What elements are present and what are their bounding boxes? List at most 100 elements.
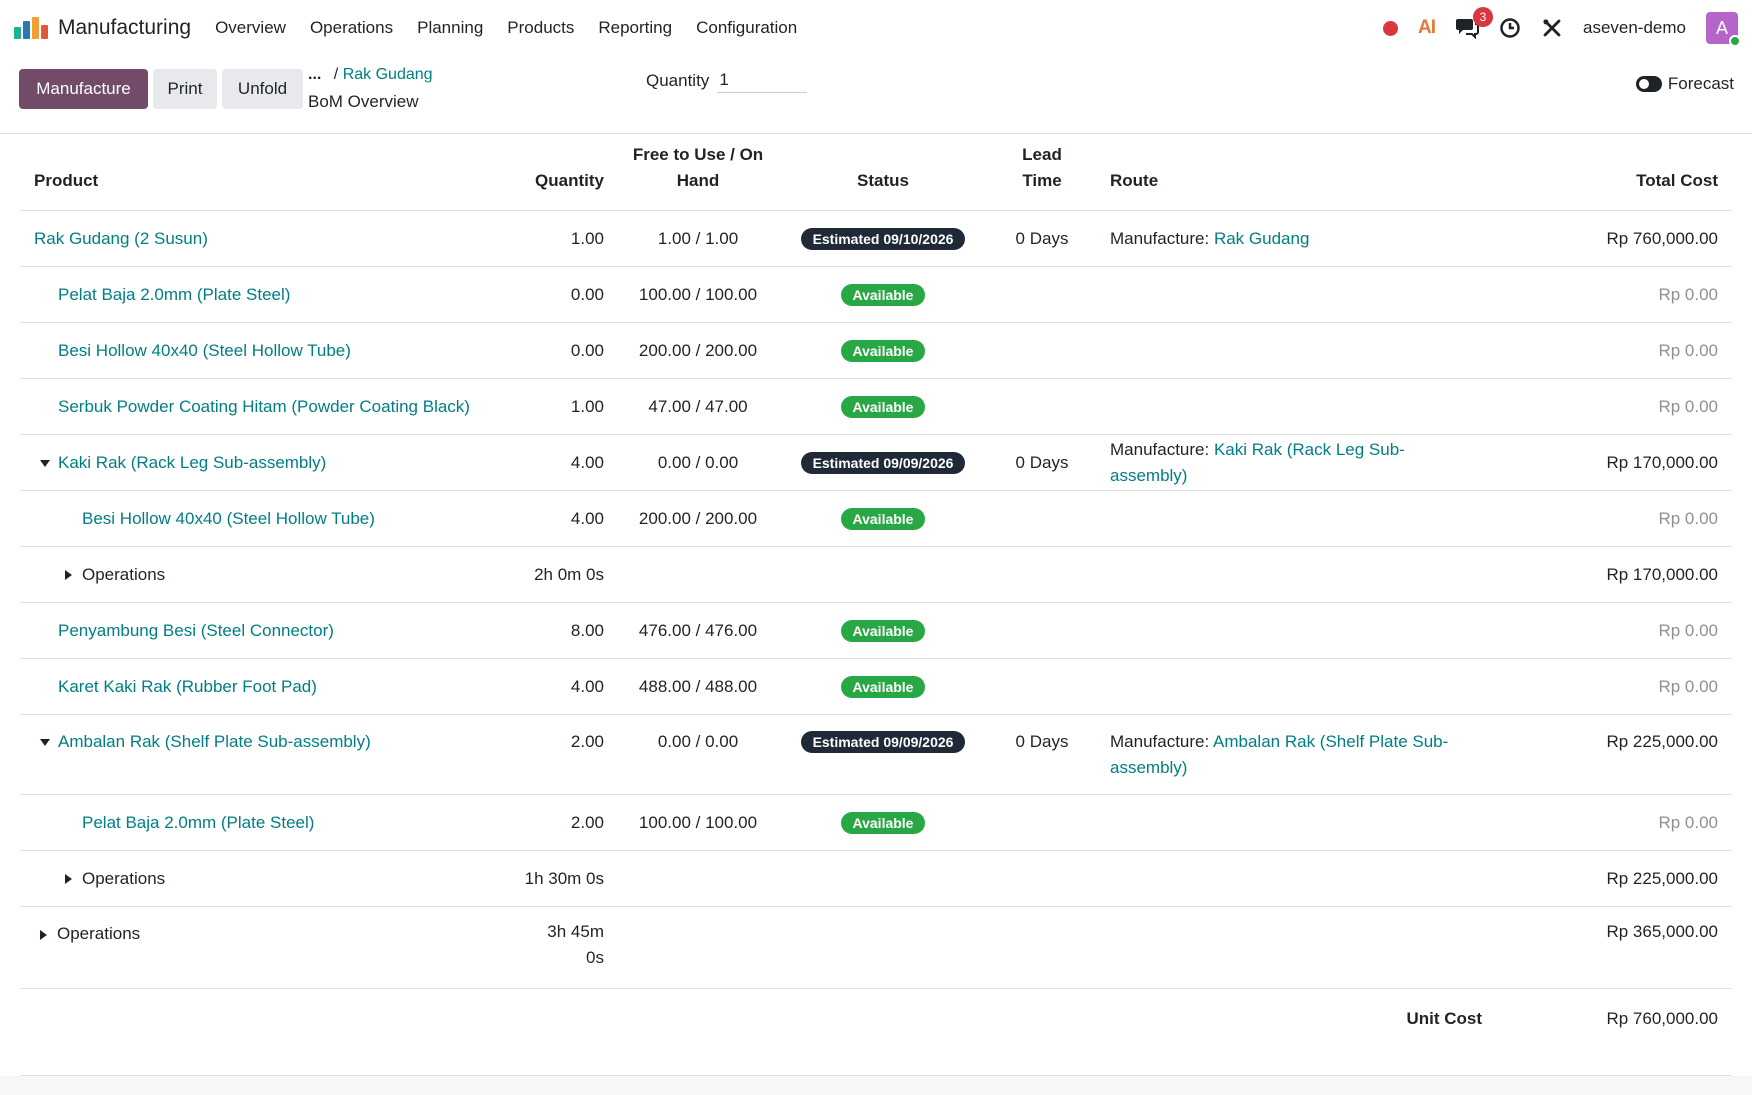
cost-cell: Rp 0.00	[1496, 490, 1732, 547]
tools-icon[interactable]	[1541, 17, 1563, 39]
operations-label[interactable]: Operations	[82, 869, 165, 888]
product-link[interactable]: Karet Kaki Rak (Rubber Foot Pad)	[58, 677, 317, 696]
cost-cell: Rp 0.00	[1496, 794, 1732, 851]
status-badge: Available	[840, 395, 926, 418]
duration-cell: 3h 45m 0s	[500, 906, 618, 989]
chat-count-badge: 3	[1472, 7, 1493, 27]
free-cell: 200.00 / 200.00	[618, 322, 778, 379]
status-badge: Available	[840, 675, 926, 698]
operations-row: Operations 3h 45m 0s Rp 365,000.00	[20, 906, 1732, 989]
header-total-cost: Total Cost	[1496, 134, 1732, 211]
toggle-switch-icon[interactable]	[1635, 76, 1662, 92]
chat-icon[interactable]: 3	[1455, 7, 1493, 40]
product-link[interactable]: Ambalan Rak (Shelf Plate Sub-assembly)	[58, 732, 371, 751]
operations-row: Operations 1h 30m 0s Rp 225,000.00	[20, 850, 1732, 907]
quantity-input[interactable]	[717, 68, 808, 93]
menu-operations[interactable]: Operations	[310, 18, 393, 38]
qty-cell: 4.00	[500, 434, 618, 491]
product-link[interactable]: Serbuk Powder Coating Hitam (Powder Coat…	[58, 397, 470, 416]
duration-cell: 2h 0m 0s	[500, 546, 618, 603]
expand-caret-icon[interactable]	[65, 570, 72, 581]
product-link[interactable]: Besi Hollow 40x40 (Steel Hollow Tube)	[58, 341, 351, 360]
product-link[interactable]: Besi Hollow 40x40 (Steel Hollow Tube)	[82, 509, 375, 528]
forecast-toggle[interactable]: Forecast	[1635, 74, 1734, 94]
table-row: Kaki Rak (Rack Leg Sub-assembly) 4.00 0.…	[20, 434, 1732, 491]
collapse-caret-icon[interactable]	[40, 739, 50, 747]
operations-label[interactable]: Operations	[57, 924, 140, 943]
product-link[interactable]: Penyambung Besi (Steel Connector)	[58, 621, 334, 640]
app-name[interactable]: Manufacturing	[58, 16, 191, 40]
route-prefix: Manufacture:	[1110, 228, 1214, 248]
free-cell: 100.00 / 100.00	[618, 266, 778, 323]
operations-label[interactable]: Operations	[82, 565, 165, 584]
header-quantity: Quantity	[500, 134, 618, 211]
route-prefix: Manufacture:	[1110, 732, 1214, 751]
status-badge: Available	[840, 339, 926, 362]
table-row: Serbuk Powder Coating Hitam (Powder Coat…	[20, 378, 1732, 435]
duration-cell: 1h 30m 0s	[500, 850, 618, 907]
expand-caret-icon[interactable]	[65, 874, 72, 885]
route-link[interactable]: Rak Gudang	[1214, 229, 1309, 248]
clock-icon[interactable]	[1499, 17, 1521, 39]
avatar-letter: A	[1715, 17, 1728, 38]
manufacture-button[interactable]: Manufacture	[19, 69, 148, 109]
cost-cell: Rp 760,000.00	[1496, 210, 1732, 267]
collapse-caret-icon[interactable]	[40, 459, 50, 467]
product-link[interactable]: Pelat Baja 2.0mm (Plate Steel)	[82, 813, 314, 832]
breadcrumb-more-button[interactable]: ...	[308, 66, 321, 83]
cost-cell: Rp 225,000.00	[1496, 850, 1732, 907]
free-cell: 476.00 / 476.00	[618, 602, 778, 659]
unit-cost-label: Unit Cost	[1406, 1008, 1482, 1028]
cost-cell: Rp 0.00	[1496, 322, 1732, 379]
control-panel: Manufacture Print Unfold ... / Rak Gudan…	[0, 56, 1752, 134]
cost-cell: Rp 170,000.00	[1496, 434, 1732, 491]
table-row: Penyambung Besi (Steel Connector) 8.00 4…	[20, 602, 1732, 659]
table-header-row: Product Quantity Free to Use / On Hand S…	[20, 134, 1732, 211]
product-link[interactable]: Kaki Rak (Rack Leg Sub-assembly)	[58, 453, 326, 472]
qty-cell: 2.00	[500, 794, 618, 851]
status-badge: Estimated 09/09/2026	[800, 451, 966, 474]
cost-cell: Rp 0.00	[1496, 266, 1732, 323]
print-button[interactable]: Print	[153, 69, 217, 109]
avatar[interactable]: A	[1706, 12, 1741, 47]
forecast-label: Forecast	[1667, 74, 1734, 93]
header-lead-time: Lead Time	[988, 134, 1096, 211]
duration-line1: 3h 45m	[547, 922, 604, 941]
duration-line2: 0s	[586, 948, 604, 967]
qty-cell: 8.00	[500, 602, 618, 659]
page-title: BoM Overview	[308, 92, 419, 111]
table-row: Pelat Baja 2.0mm (Plate Steel) 2.00 100.…	[20, 794, 1732, 851]
status-badge: Available	[840, 619, 926, 642]
breadcrumb-link-rak-gudang[interactable]: Rak Gudang	[343, 66, 433, 83]
menu-planning[interactable]: Planning	[417, 18, 483, 38]
top-navbar: Manufacturing Overview Operations Planni…	[0, 0, 1752, 56]
header-status: Status	[778, 134, 988, 211]
product-link[interactable]: Rak Gudang (2 Susun)	[34, 229, 208, 248]
menu-overview[interactable]: Overview	[215, 18, 286, 38]
unit-cost-row: Unit Cost Rp 760,000.00	[20, 989, 1732, 1049]
manufacturing-app-icon[interactable]	[14, 17, 48, 39]
header-route: Route	[1096, 134, 1496, 211]
table-row: Karet Kaki Rak (Rubber Foot Pad) 4.00 48…	[20, 658, 1732, 715]
header-free-line2: Hand	[676, 171, 720, 190]
header-lead-line1: Lead	[1022, 145, 1062, 164]
menu-configuration[interactable]: Configuration	[696, 18, 797, 38]
table-row: Pelat Baja 2.0mm (Plate Steel) 0.00 100.…	[20, 266, 1732, 323]
header-free-on-hand: Free to Use / On Hand	[618, 134, 778, 211]
user-name[interactable]: aseven-demo	[1583, 18, 1686, 38]
table-row: Besi Hollow 40x40 (Steel Hollow Tube) 4.…	[20, 490, 1732, 547]
expand-caret-icon[interactable]	[40, 929, 47, 940]
status-badge: Estimated 09/09/2026	[800, 731, 966, 753]
unfold-button[interactable]: Unfold	[222, 69, 303, 109]
free-cell: 100.00 / 100.00	[618, 794, 778, 851]
operations-row: Operations 2h 0m 0s Rp 170,000.00	[20, 546, 1732, 603]
ai-icon[interactable]: AI	[1418, 17, 1436, 39]
table-row: Ambalan Rak (Shelf Plate Sub-assembly) 2…	[20, 714, 1732, 795]
menu-products[interactable]: Products	[507, 18, 574, 38]
record-icon[interactable]	[1382, 20, 1398, 36]
cost-cell: Rp 365,000.00	[1496, 906, 1732, 989]
cost-cell: Rp 225,000.00	[1496, 714, 1732, 795]
product-link[interactable]: Pelat Baja 2.0mm (Plate Steel)	[58, 285, 290, 304]
menu-reporting[interactable]: Reporting	[598, 18, 672, 38]
qty-cell: 0.00	[500, 322, 618, 379]
